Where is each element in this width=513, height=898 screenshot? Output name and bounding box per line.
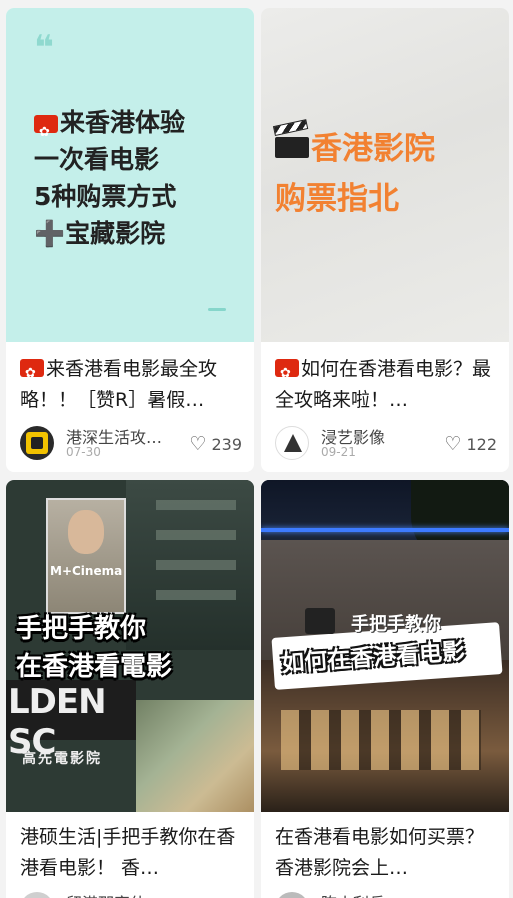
note-card-2[interactable]: 香港影院 购票指北 如何在香港看电影？最全攻略来啦！… 浸艺影像 09-21 ♡… xyxy=(261,8,509,472)
avatar[interactable] xyxy=(275,892,309,898)
note-meta: 陈小利兵 xyxy=(275,890,497,898)
note-meta: 港深生活攻… 07-30 ♡ 239 xyxy=(20,424,242,464)
like-button[interactable]: ♡ 122 xyxy=(444,433,497,455)
neon-sign-strip xyxy=(261,528,509,532)
cover-accent-line xyxy=(208,308,226,311)
entrance-lights xyxy=(281,710,481,770)
post-date: 09-21 xyxy=(321,445,356,459)
hong-kong-flag-icon xyxy=(34,114,58,151)
like-count: 122 xyxy=(466,434,497,454)
quote-mark-icon: ❝ xyxy=(34,28,54,68)
like-count: 239 xyxy=(211,434,242,454)
tickets xyxy=(136,700,254,812)
note-card-3[interactable]: M+Cinema LDEN SC 高先電影院 手把手教你 在香港看電影 港硕生活… xyxy=(6,480,254,898)
author-name[interactable]: 留港那家伙 xyxy=(66,890,146,898)
note-meta: 浸艺影像 09-21 ♡ 122 xyxy=(275,424,497,464)
note-title[interactable]: 在香港看电影如何买票？ 香港影院会上… xyxy=(275,822,499,884)
cover-text: 手把手教你 在香港看電影 xyxy=(16,614,173,682)
note-card-4[interactable]: 手把手教你 如何在香港看电影 在香港看电影如何买票？ 香港影院会上… 陈小利兵 xyxy=(261,480,509,898)
post-date: 07-30 xyxy=(66,445,101,459)
note-title[interactable]: 来香港看电影最全攻略！！［赞R］暑假… xyxy=(20,354,244,416)
note-cover-3[interactable]: M+Cinema LDEN SC 高先電影院 手把手教你 在香港看電影 xyxy=(6,480,254,812)
poster-sign: M+Cinema xyxy=(50,564,123,578)
avatar[interactable] xyxy=(275,426,309,460)
note-title[interactable]: 如何在香港看电影？最全攻略来啦！… xyxy=(275,354,499,416)
avatar[interactable] xyxy=(20,892,54,898)
note-cover-4[interactable]: 手把手教你 如何在香港看电影 xyxy=(261,480,509,812)
note-cover-2[interactable]: 香港影院 购票指北 xyxy=(261,8,509,342)
cinema-sign-small: 高先電影院 xyxy=(22,751,102,767)
note-title[interactable]: 港硕生活|手把手教你在香港看电影！ 香… xyxy=(20,822,244,884)
cinema-sign: LDEN SC xyxy=(6,680,136,762)
movie-poster: M+Cinema xyxy=(46,498,126,614)
hong-kong-flag-icon xyxy=(275,358,299,389)
note-meta: 留港那家伙 xyxy=(20,890,242,898)
heart-icon: ♡ xyxy=(189,433,207,455)
poster-face xyxy=(68,510,104,554)
cover-text: 购票指北 xyxy=(275,181,399,217)
like-button[interactable]: ♡ 239 xyxy=(189,433,242,455)
cover-text: 来香港体验 一次看电影 5种购票方式 ➕宝藏影院 xyxy=(34,104,185,252)
clapperboard-icon xyxy=(305,608,335,634)
note-cover-1[interactable]: ❝ 来香港体验 一次看电影 5种购票方式 ➕宝藏影院 xyxy=(6,8,254,342)
building-windows xyxy=(156,500,236,620)
avatar[interactable] xyxy=(20,426,54,460)
hong-kong-flag-icon xyxy=(20,358,44,389)
cover-text: 香港影院 xyxy=(311,131,435,167)
author-name[interactable]: 陈小利兵 xyxy=(321,890,385,898)
clapperboard-icon xyxy=(272,119,309,158)
cover-small-text: 手把手教你 xyxy=(351,614,441,635)
note-card-1[interactable]: ❝ 来香港体验 一次看电影 5种购票方式 ➕宝藏影院 来香港看电影最全攻略！！［… xyxy=(6,8,254,472)
heart-icon: ♡ xyxy=(444,433,462,455)
